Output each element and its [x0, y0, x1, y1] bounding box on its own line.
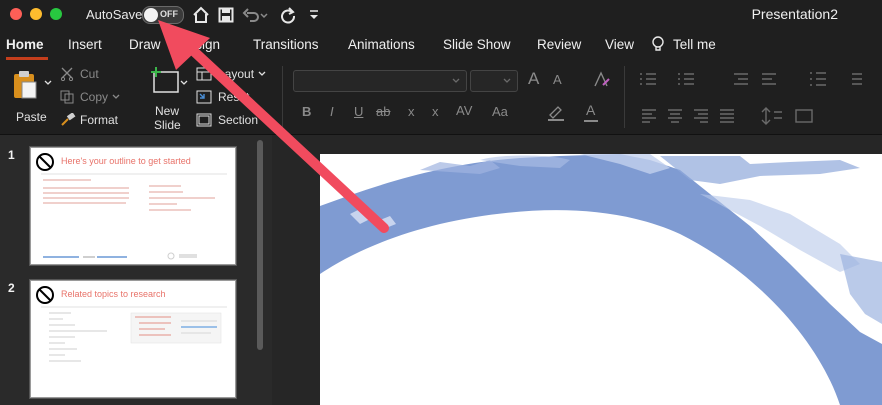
annotation-arrow: [158, 20, 389, 233]
